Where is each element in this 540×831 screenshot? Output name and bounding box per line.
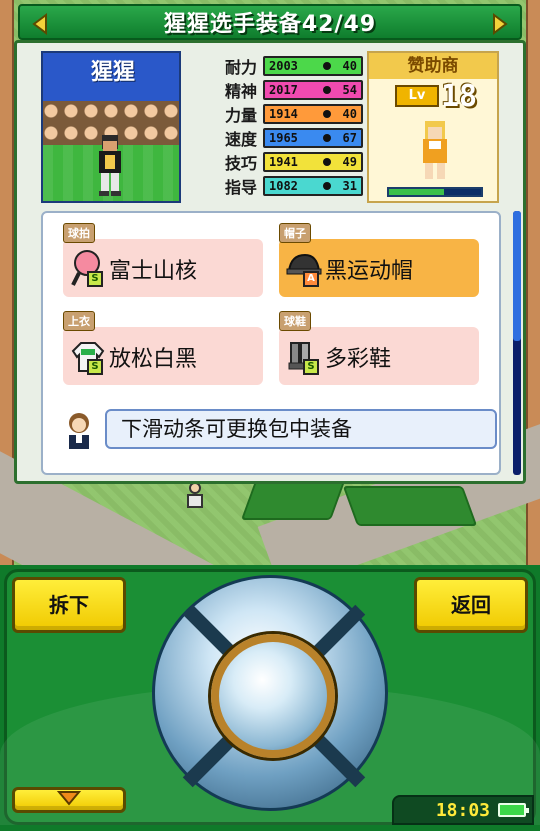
stat-value-box: 1965 67 bbox=[263, 128, 363, 148]
plus-icon bbox=[323, 86, 331, 94]
equipment-panel: 猩猩 耐力 2003 40 精神 2017 54 力量 1914 40 速度 1… bbox=[14, 40, 526, 484]
grade-badge: S bbox=[87, 359, 103, 375]
stats-block: 耐力 2003 40 精神 2017 54 力量 1914 40 速度 1965… bbox=[183, 51, 367, 203]
hint-box: 下滑动条可更换包中装备 bbox=[61, 407, 497, 453]
player-name: 猩猩 bbox=[90, 60, 135, 85]
stat-value-box: 2003 40 bbox=[263, 56, 363, 76]
prev-player-button[interactable] bbox=[30, 13, 52, 35]
menu-toggle-button[interactable] bbox=[12, 787, 126, 813]
title-bar: 猩猩选手装备42/49 bbox=[18, 4, 522, 40]
equip-name: 富士山核 bbox=[109, 259, 198, 284]
arrow-right-icon bbox=[493, 13, 508, 35]
player-sprite-icon bbox=[99, 135, 121, 196]
battery-icon bbox=[498, 803, 529, 817]
scrollbar-thumb[interactable] bbox=[513, 211, 521, 341]
stat-label: 力量 bbox=[224, 106, 257, 125]
dpad-center-button[interactable] bbox=[211, 634, 335, 758]
player-portrait: 猩猩 bbox=[41, 51, 181, 203]
stat-value: 1941 bbox=[269, 155, 298, 169]
slot-tag: 球拍 bbox=[63, 223, 95, 243]
slot-tag: 上衣 bbox=[63, 311, 95, 331]
equip-name: 黑运动帽 bbox=[325, 259, 414, 284]
hedge bbox=[342, 486, 478, 526]
stat-bonus: 67 bbox=[342, 131, 357, 145]
sponsor-card[interactable]: 赞助商 Lv 18 bbox=[367, 51, 499, 203]
stat-value: 1082 bbox=[269, 179, 298, 193]
stat-value-box: 1082 31 bbox=[263, 176, 363, 196]
slot-tag: 帽子 bbox=[279, 223, 311, 243]
equip-name: 多彩鞋 bbox=[325, 347, 392, 372]
sponsor-progress-fill bbox=[389, 189, 445, 195]
arrow-left-icon bbox=[32, 13, 47, 35]
stat-row: 指导 1082 31 bbox=[183, 175, 367, 197]
equip-slot-shoe[interactable]: 球鞋 S 多彩鞋 bbox=[279, 311, 479, 385]
sponsor-progress-bar bbox=[387, 187, 483, 197]
stat-value-box: 1914 40 bbox=[263, 104, 363, 124]
next-player-button[interactable] bbox=[488, 13, 510, 35]
stat-value: 2017 bbox=[269, 83, 298, 97]
clock-time: 18:03 bbox=[435, 799, 490, 821]
sponsor-title: 赞助商 bbox=[369, 53, 497, 79]
stat-value: 1965 bbox=[269, 131, 298, 145]
stat-bonus: 49 bbox=[342, 155, 357, 169]
grade-badge: S bbox=[303, 359, 319, 375]
equip-slot-shirt[interactable]: 上衣 S 放松白黑 bbox=[63, 311, 263, 385]
stat-bonus: 40 bbox=[342, 59, 357, 73]
grade-badge: A bbox=[303, 271, 319, 287]
plus-icon bbox=[323, 62, 331, 70]
sponsor-level: 18 bbox=[441, 79, 478, 114]
control-panel: 拆下 返回 18:03 bbox=[0, 565, 540, 831]
stat-value-box: 1941 49 bbox=[263, 152, 363, 172]
dpad-control[interactable] bbox=[152, 575, 388, 811]
plus-icon bbox=[323, 182, 331, 190]
page-title: 猩猩选手装备42/49 bbox=[163, 12, 377, 37]
slot-tag: 球鞋 bbox=[279, 311, 311, 331]
pedestrian-sprite bbox=[186, 482, 204, 512]
assistant-avatar-icon bbox=[69, 413, 89, 449]
stat-label: 指导 bbox=[224, 178, 257, 197]
plus-icon bbox=[323, 158, 331, 166]
stat-row: 力量 1914 40 bbox=[183, 103, 367, 125]
equipment-scrollbar[interactable] bbox=[513, 211, 521, 475]
stat-row: 耐力 2003 40 bbox=[183, 55, 367, 77]
stat-label: 速度 bbox=[224, 130, 257, 149]
sponsor-avatar-icon bbox=[423, 121, 447, 179]
stat-value: 2003 bbox=[269, 59, 298, 73]
stat-value: 1914 bbox=[269, 107, 298, 121]
back-button[interactable]: 返回 bbox=[414, 577, 528, 633]
hint-text: 下滑动条可更换包中装备 bbox=[105, 409, 497, 449]
stat-row: 精神 2017 54 bbox=[183, 79, 367, 101]
stat-value-box: 2017 54 bbox=[263, 80, 363, 100]
grade-badge: S bbox=[87, 271, 103, 287]
remove-button[interactable]: 拆下 bbox=[12, 577, 126, 633]
stat-row: 技巧 1941 49 bbox=[183, 151, 367, 173]
level-badge: Lv bbox=[395, 85, 439, 107]
stat-label: 耐力 bbox=[224, 58, 257, 77]
equip-slot-racket[interactable]: 球拍 S 富士山核 bbox=[63, 223, 263, 297]
equip-name: 放松白黑 bbox=[109, 347, 198, 372]
status-bar: 18:03 bbox=[392, 795, 534, 825]
stat-bonus: 54 bbox=[342, 83, 357, 97]
equipment-list: 球拍 S 富士山核 帽子 A 黑运动帽 上衣 S 放松白黑 球鞋 S 多彩鞋 下… bbox=[41, 211, 501, 475]
stat-bonus: 40 bbox=[342, 107, 357, 121]
stat-label: 技巧 bbox=[224, 154, 257, 173]
plus-icon bbox=[323, 134, 331, 142]
plus-icon bbox=[323, 110, 331, 118]
stat-bonus: 31 bbox=[342, 179, 357, 193]
equip-slot-cap[interactable]: 帽子 A 黑运动帽 bbox=[279, 223, 479, 297]
chevron-down-icon bbox=[56, 791, 82, 806]
stat-label: 精神 bbox=[224, 82, 257, 101]
stat-row: 速度 1965 67 bbox=[183, 127, 367, 149]
